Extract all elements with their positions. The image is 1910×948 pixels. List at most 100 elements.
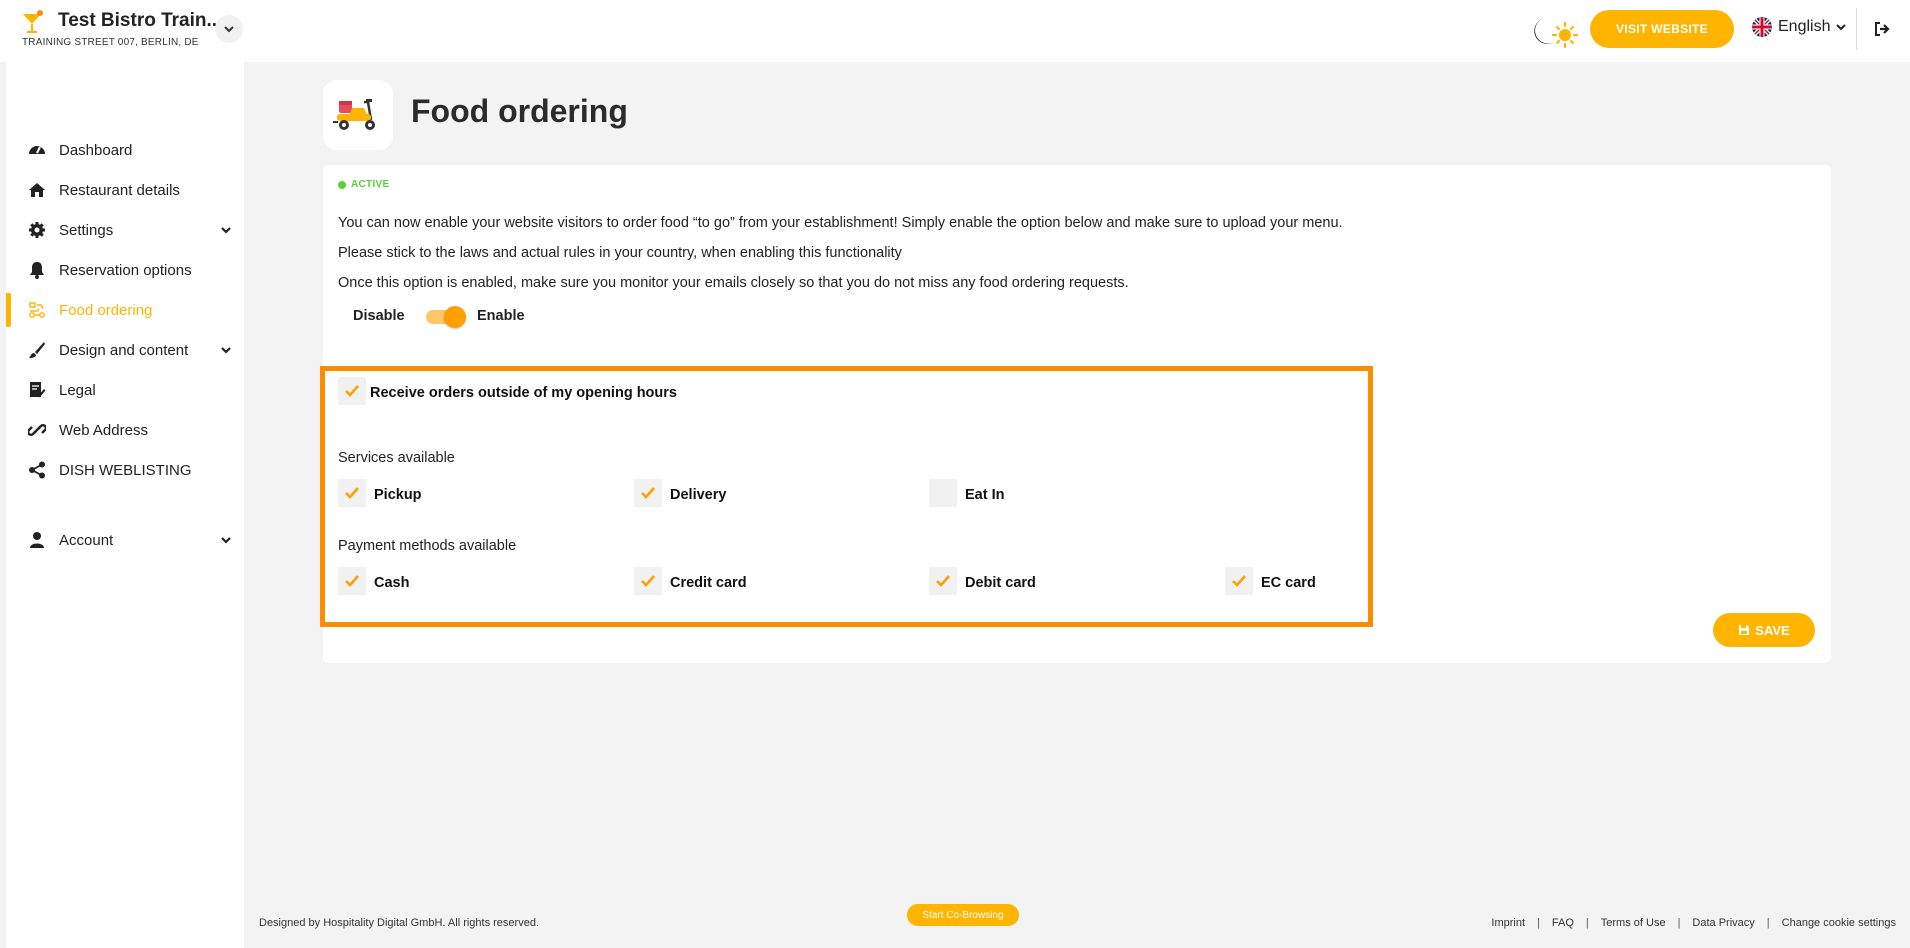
- footer-separator: |: [1585, 917, 1589, 929]
- checkmark-icon: [1232, 575, 1246, 587]
- sidebar-item-label: Food ordering: [59, 302, 153, 319]
- start-co-browsing-button[interactable]: Start Co-Browsing: [907, 904, 1019, 926]
- credit-card-checkbox[interactable]: [634, 567, 662, 595]
- sidebar-item-design-and-content[interactable]: Design and content: [6, 333, 244, 367]
- dashboard-icon: [29, 146, 45, 154]
- cocktail-logo-icon: [23, 10, 43, 33]
- user-icon: [30, 532, 44, 548]
- restaurant-switcher-button[interactable]: [215, 15, 243, 43]
- sidebar-item-settings[interactable]: Settings: [6, 213, 244, 247]
- payments-title: Payment methods available: [338, 538, 517, 554]
- status-dot: [338, 180, 346, 189]
- checkmark-icon: [641, 575, 655, 587]
- scooter-delivery-icon: [333, 99, 375, 130]
- page-icon-box: [323, 80, 393, 150]
- sidebar-item-food-ordering[interactable]: Food ordering: [6, 293, 244, 327]
- sidebar-item-label: Restaurant details: [59, 182, 180, 199]
- visit-website-button[interactable]: VISIT WEBSITE: [1590, 10, 1734, 48]
- intro-paragraph: You can now enable your website visitors…: [338, 215, 1343, 231]
- sidebar-item-account[interactable]: Account: [6, 523, 244, 557]
- cash-label: Cash: [374, 575, 410, 591]
- sidebar-item-label: Design and content: [59, 342, 189, 359]
- sidebar-item-label: Web Address: [59, 422, 148, 439]
- sidebar-item-reservation-options[interactable]: Reservation options: [6, 253, 244, 287]
- sidebar-item-dashboard[interactable]: Dashboard: [6, 133, 244, 167]
- chevron-down-icon: [224, 26, 234, 33]
- checkmark-icon: [936, 575, 950, 587]
- sidebar-item-label: Settings: [59, 222, 114, 239]
- theme-toggle-icon[interactable]: [1522, 16, 1582, 50]
- brush-icon: [29, 342, 45, 358]
- disable-label: Disable: [353, 308, 405, 324]
- sidebar-item-web-address[interactable]: Web Address: [6, 413, 244, 447]
- monitor-emails-paragraph: Once this option is enabled, make sure y…: [338, 275, 1129, 291]
- chevron-down-icon: [1836, 24, 1847, 31]
- footer-link-cookie-settings[interactable]: Change cookie settings: [1782, 917, 1896, 929]
- footer-separator: |: [1677, 917, 1681, 929]
- restaurant-name: Test Bistro Train..: [58, 10, 218, 31]
- outside-hours-label: Receive orders outside of my opening hou…: [370, 385, 677, 401]
- sidebar-item-label: Dashboard: [59, 142, 133, 159]
- ec-card-checkbox[interactable]: [1225, 567, 1253, 595]
- pickup-checkbox[interactable]: [338, 479, 366, 507]
- sidebar-item-restaurant-details[interactable]: Restaurant details: [6, 173, 244, 207]
- chevron-down-icon: [221, 227, 231, 234]
- status-label: ACTIVE: [351, 179, 390, 190]
- page-title: Food ordering: [411, 93, 628, 129]
- food-ordering-card: ACTIVE You can now enable your website v…: [320, 165, 1831, 663]
- header-divider: [1856, 8, 1857, 50]
- gear-icon: [29, 222, 45, 238]
- restaurant-address: TRAINING STREET 007, BERLIN, DE: [22, 37, 199, 48]
- debit-card-checkbox[interactable]: [929, 567, 957, 595]
- save-button[interactable]: SAVE: [1713, 613, 1815, 647]
- language-selector[interactable]: English: [1752, 17, 1847, 37]
- laws-paragraph: Please stick to the laws and actual rule…: [338, 245, 902, 261]
- footer-links: Imprint | FAQ | Terms of Use | Data Priv…: [1491, 917, 1896, 929]
- credit-card-label: Credit card: [670, 575, 747, 591]
- footer-link-data-privacy[interactable]: Data Privacy: [1692, 917, 1754, 929]
- checkmark-icon: [345, 487, 359, 499]
- footer-link-terms[interactable]: Terms of Use: [1601, 917, 1666, 929]
- checkmark-icon: [641, 487, 655, 499]
- legal-icon: [30, 382, 46, 398]
- uk-flag-icon: [1752, 17, 1772, 37]
- eat-in-checkbox[interactable]: [929, 479, 957, 507]
- options-highlight-box: [320, 366, 1373, 627]
- sidebar-item-label: Legal: [59, 382, 96, 399]
- floppy-disk-icon: [1739, 625, 1750, 635]
- checkmark-icon: [345, 385, 359, 397]
- eat-in-label: Eat In: [965, 487, 1005, 503]
- active-indicator: [6, 293, 11, 327]
- link-icon: [28, 423, 46, 437]
- food-ordering-icon: [29, 302, 45, 318]
- sidebar-item-label: DISH WEBLISTING: [59, 462, 192, 479]
- footer-link-imprint[interactable]: Imprint: [1491, 917, 1525, 929]
- sidebar-item-dish-weblisting[interactable]: DISH WEBLISTING: [6, 453, 244, 487]
- share-icon: [29, 461, 45, 479]
- language-label: English: [1778, 18, 1831, 35]
- ec-card-label: EC card: [1261, 575, 1316, 591]
- enable-label: Enable: [477, 308, 525, 324]
- cash-checkbox[interactable]: [338, 567, 366, 595]
- top-header: Test Bistro Train.. TRAINING STREET 007,…: [0, 0, 1910, 62]
- status-badge: ACTIVE: [338, 179, 389, 190]
- footer-separator: |: [1537, 917, 1540, 929]
- delivery-label: Delivery: [670, 487, 727, 503]
- checkmark-icon: [345, 575, 359, 587]
- sidebar-item-legal[interactable]: Legal: [6, 373, 244, 407]
- pickup-label: Pickup: [374, 487, 422, 503]
- footer-separator: |: [1766, 917, 1770, 929]
- footer-link-faq[interactable]: FAQ: [1552, 917, 1574, 929]
- delivery-checkbox[interactable]: [634, 479, 662, 507]
- save-label: SAVE: [1755, 622, 1790, 638]
- chevron-down-icon: [221, 347, 231, 354]
- home-icon: [29, 183, 45, 197]
- switch-knob: [444, 306, 466, 328]
- sidebar: Dashboard Restaurant details Settings Re…: [6, 62, 244, 948]
- sidebar-item-label: Reservation options: [59, 262, 192, 279]
- logout-icon[interactable]: [1872, 19, 1892, 39]
- services-title: Services available: [338, 450, 455, 466]
- outside-hours-checkbox[interactable]: [338, 377, 366, 405]
- enable-switch[interactable]: [426, 305, 466, 329]
- chevron-down-icon: [221, 537, 231, 544]
